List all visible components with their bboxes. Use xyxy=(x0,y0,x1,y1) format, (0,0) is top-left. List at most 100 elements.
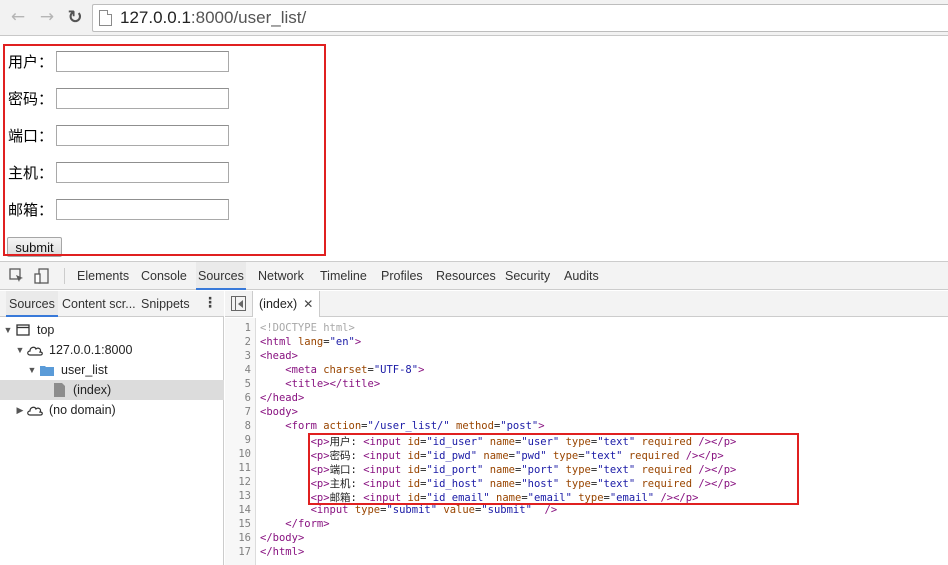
code-line: </head> xyxy=(260,392,305,404)
nav-tab-sources[interactable]: Sources xyxy=(6,291,58,317)
tree-item-label: (no domain) xyxy=(49,403,116,417)
reload-icon[interactable]: ↻ xyxy=(64,6,86,28)
tree-item-origin[interactable]: ▼ 127.0.0.1:8000 xyxy=(0,340,224,360)
back-arrow-icon[interactable]: ← xyxy=(7,6,29,28)
line-number: 16 xyxy=(238,532,251,544)
form-row-user: 用户： xyxy=(8,51,229,72)
code-line: <title></title> xyxy=(285,378,381,390)
form-row-pwd: 密码： xyxy=(8,88,229,109)
nav-tab-content-scripts[interactable]: Content scr... xyxy=(59,291,139,317)
sources-navigator: Sources Content scr... Snippets ⋮ ▼ top … xyxy=(0,291,224,565)
email-label: 邮箱： xyxy=(8,201,54,219)
line-number: 13 xyxy=(238,490,251,502)
file-icon xyxy=(50,383,68,397)
device-mode-icon[interactable] xyxy=(34,268,50,284)
editor-tabbar: (index) ✕ xyxy=(225,291,948,317)
tab-security[interactable]: Security xyxy=(503,262,552,290)
url-path: :8000/user_list/ xyxy=(190,8,307,27)
line-number: 4 xyxy=(244,364,251,376)
line-number: 2 xyxy=(244,336,251,348)
tab-audits[interactable]: Audits xyxy=(562,262,601,290)
tree-item-label: (index) xyxy=(73,383,112,397)
toggle-navigator-icon[interactable] xyxy=(231,296,246,311)
tab-elements[interactable]: Elements xyxy=(75,262,131,290)
tree-item-folder[interactable]: ▼ user_list xyxy=(0,360,224,380)
pwd-input[interactable] xyxy=(56,88,229,109)
code-line: <p>用户: <input id="id_user" name="user" t… xyxy=(310,436,737,448)
host-label: 主机： xyxy=(8,164,54,182)
tab-sources[interactable]: Sources xyxy=(196,262,246,290)
line-number: 14 xyxy=(238,504,251,516)
page-icon xyxy=(99,10,112,26)
port-input[interactable] xyxy=(56,125,229,146)
frame-icon xyxy=(14,323,32,337)
tree-item-top[interactable]: ▼ top xyxy=(0,320,224,340)
submit-button[interactable]: submit xyxy=(7,237,62,257)
user-label: 用户： xyxy=(8,53,54,71)
line-number: 15 xyxy=(238,518,251,530)
code-line: <html lang="en"> xyxy=(260,336,362,348)
url-host: 127.0.0.1 xyxy=(120,8,191,27)
tree-item-label: 127.0.0.1:8000 xyxy=(49,343,133,357)
code-line: <p>邮箱: <input id="id_email" name="email"… xyxy=(310,492,699,504)
code-line: </form> xyxy=(285,518,330,530)
email-input[interactable] xyxy=(56,199,229,220)
nav-tab-snippets[interactable]: Snippets xyxy=(138,291,193,317)
folder-icon xyxy=(38,363,56,377)
code-line: <!DOCTYPE html> xyxy=(260,322,355,334)
url-text[interactable]: 127.0.0.1:8000/user_list/ xyxy=(120,8,306,28)
form-row-host: 主机： xyxy=(8,162,229,183)
code-line: <meta charset="UTF-8"> xyxy=(285,364,425,376)
line-number-gutter: 1 2 3 4 5 6 7 8 9 10 11 12 13 14 15 16 17 xyxy=(225,318,256,565)
code-line: </html> xyxy=(260,546,305,558)
code-line: </body> xyxy=(260,532,305,544)
address-bar[interactable]: 127.0.0.1:8000/user_list/ xyxy=(92,4,948,32)
browser-window: ← → ↻ 127.0.0.1:8000/user_list/ 用户： 密码： … xyxy=(0,0,948,565)
code-line: <p>主机: <input id="id_host" name="host" t… xyxy=(310,478,737,490)
devtools-panel: Elements Console Sources Network Timelin… xyxy=(0,261,948,565)
tab-console[interactable]: Console xyxy=(139,262,189,290)
tree-item-label: top xyxy=(37,323,55,337)
tab-timeline[interactable]: Timeline xyxy=(318,262,369,290)
code-line: <input type="submit" value="submit" /> xyxy=(310,504,558,516)
devtools-tabbar: Elements Console Sources Network Timelin… xyxy=(0,262,948,290)
user-input[interactable] xyxy=(56,51,229,72)
pwd-label: 密码： xyxy=(8,90,54,108)
line-number: 11 xyxy=(238,462,251,474)
source-editor: (index) ✕ 1 2 3 4 5 6 7 8 9 10 11 12 13 14 15 16 17 <!DO… xyxy=(225,291,948,565)
line-number: 8 xyxy=(244,420,251,432)
expand-triangle-icon[interactable]: ▼ xyxy=(2,325,14,335)
code-line: <form action="/user_list/" method="post"… xyxy=(285,420,545,432)
tab-resources[interactable]: Resources xyxy=(434,262,498,290)
inspect-element-icon[interactable] xyxy=(9,268,25,284)
browser-toolbar: ← → ↻ 127.0.0.1:8000/user_list/ xyxy=(0,0,948,36)
form-row-email: 邮箱： xyxy=(8,199,229,220)
code-line: <p>端口: <input id="id_port" name="port" t… xyxy=(310,464,737,476)
page-viewport: 用户： 密码： 端口： 主机： 邮箱： submit xyxy=(0,37,948,261)
port-label: 端口： xyxy=(8,127,54,145)
editor-tab-label: (index) xyxy=(259,297,298,311)
expand-triangle-icon[interactable]: ▼ xyxy=(26,365,38,375)
tree-item-label: user_list xyxy=(61,363,108,377)
editor-tab-index[interactable]: (index) ✕ xyxy=(252,291,321,317)
line-number: 3 xyxy=(244,350,251,362)
code-line: <body> xyxy=(260,406,298,418)
tree-item-no-domain[interactable]: ▶ (no domain) xyxy=(0,400,224,420)
tab-profiles[interactable]: Profiles xyxy=(379,262,425,290)
tree-item-file[interactable]: (index) xyxy=(0,380,224,400)
expand-triangle-icon[interactable]: ▼ xyxy=(14,345,26,355)
collapse-triangle-icon[interactable]: ▶ xyxy=(14,405,26,416)
tabbar-divider xyxy=(64,268,65,284)
cloud-icon xyxy=(26,403,44,417)
kebab-menu-icon[interactable]: ⋮ xyxy=(203,296,217,310)
form-row-port: 端口： xyxy=(8,125,229,146)
line-number: 5 xyxy=(244,378,251,390)
tab-network[interactable]: Network xyxy=(256,262,306,290)
line-number: 10 xyxy=(238,448,251,460)
host-input[interactable] xyxy=(56,162,229,183)
navigator-tabbar: Sources Content scr... Snippets ⋮ xyxy=(0,291,224,317)
close-icon[interactable]: ✕ xyxy=(303,291,313,317)
forward-arrow-icon[interactable]: → xyxy=(36,6,58,28)
line-number: 12 xyxy=(238,476,251,488)
code-line: <head> xyxy=(260,350,298,362)
